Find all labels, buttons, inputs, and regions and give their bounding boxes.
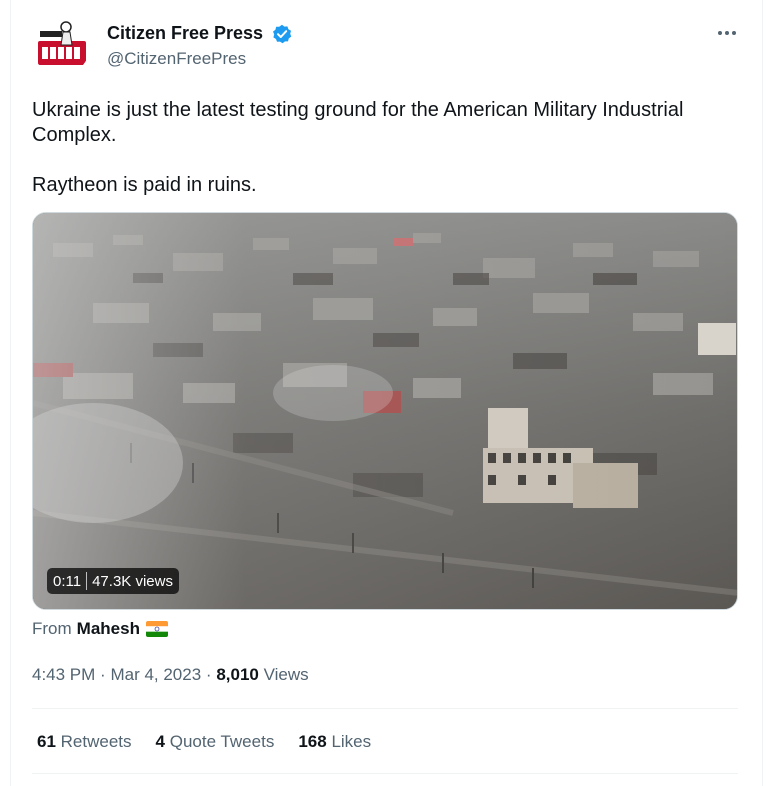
source-name-link[interactable]: Mahesh — [77, 619, 140, 639]
meta-separator: · — [205, 665, 212, 684]
dot-icon — [718, 31, 722, 35]
tweet-date[interactable]: Mar 4, 2023 — [110, 665, 201, 684]
tweet-text-line2: Raytheon is paid in ruins. — [32, 174, 257, 196]
right-border — [762, 0, 763, 786]
video-source: From Mahesh — [32, 619, 168, 639]
avatar[interactable] — [32, 17, 90, 75]
newspaper-logo-icon — [32, 17, 90, 75]
india-flag-icon — [145, 621, 168, 637]
tweet-text-line1: Ukraine is just the latest testing groun… — [32, 99, 684, 146]
meta-separator: · — [100, 665, 106, 684]
likes-stat[interactable]: 168 Likes — [298, 732, 371, 752]
views-label: Views — [263, 665, 309, 684]
quote-tweets-stat[interactable]: 4 Quote Tweets — [156, 732, 275, 752]
badge-separator — [86, 572, 88, 590]
divider — [32, 708, 738, 709]
video-stats-badge: 0:11 47.3K views — [47, 568, 179, 594]
tweet-meta: 4:43 PM · Mar 4, 2023 · 8,010 Views — [32, 665, 309, 685]
more-options-button[interactable] — [712, 22, 742, 44]
from-label: From — [32, 619, 72, 638]
divider — [32, 773, 738, 774]
dot-icon — [725, 31, 729, 35]
likes-count: 168 — [298, 732, 327, 751]
handle[interactable]: @CitizenFreePres — [107, 49, 246, 69]
quote-tweets-count: 4 — [155, 732, 165, 751]
video-views: 47.3K views — [92, 572, 173, 590]
retweets-stat[interactable]: 61 Retweets — [37, 732, 132, 752]
verified-badge-icon — [272, 24, 292, 44]
retweets-count: 61 — [37, 732, 56, 751]
video-duration: 0:11 — [53, 572, 82, 590]
left-border — [10, 0, 11, 786]
aerial-ruined-city-video — [33, 213, 737, 609]
retweets-label: Retweets — [60, 732, 132, 751]
likes-label: Likes — [331, 732, 372, 751]
quote-tweets-label: Quote Tweets — [169, 732, 275, 751]
tweet-text: Ukraine is just the latest testing groun… — [32, 98, 732, 198]
views-count: 8,010 — [216, 665, 259, 684]
display-name[interactable]: Citizen Free Press — [107, 23, 263, 44]
video-player[interactable]: 0:11 47.3K views — [32, 212, 738, 610]
tweet-card: Citizen Free Press @CitizenFreePres Ukra… — [0, 0, 783, 786]
dot-icon — [732, 31, 736, 35]
tweet-time[interactable]: 4:43 PM — [32, 665, 95, 684]
engagement-stats: 61 Retweets 4 Quote Tweets 168 Likes — [37, 732, 395, 752]
